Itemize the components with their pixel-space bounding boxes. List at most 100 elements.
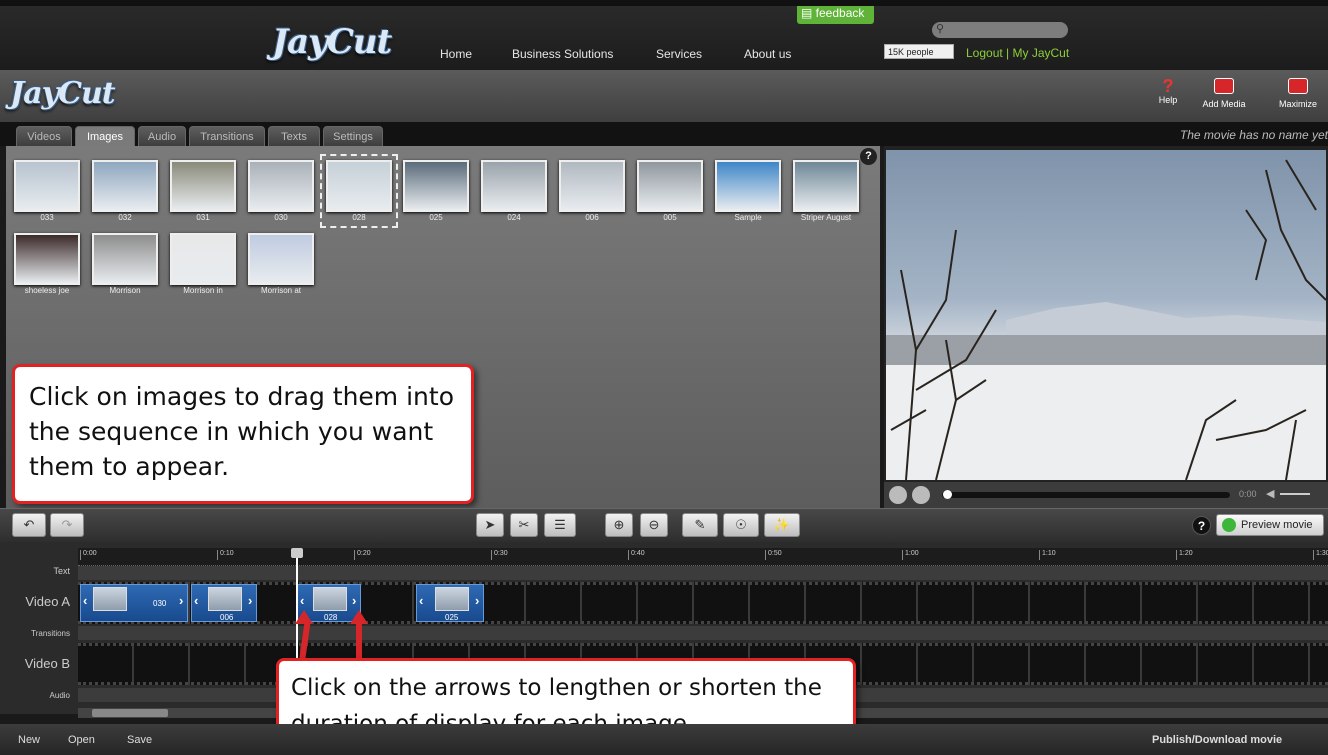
image-thumbnail[interactable]: 033 — [14, 160, 80, 222]
nav-home[interactable]: Home — [440, 47, 472, 61]
ruler-tick: 1:20 — [1176, 550, 1193, 560]
tab-texts[interactable]: Texts — [268, 126, 320, 146]
search-icon: ⚲ — [936, 23, 945, 35]
seek-bar[interactable] — [942, 492, 1230, 498]
image-thumbnail[interactable]: Sample — [715, 160, 781, 222]
clip-right-arrow[interactable]: › — [248, 593, 252, 608]
ruler-tick: 0:40 — [628, 550, 645, 560]
image-thumbnail[interactable]: 028 — [320, 154, 398, 228]
help-label: Help — [1158, 95, 1178, 105]
image-thumbnail[interactable]: 024 — [481, 160, 547, 222]
magic-tool-icon[interactable]: ✨ — [764, 513, 800, 537]
stop-button[interactable] — [912, 486, 930, 504]
tab-transitions[interactable]: Transitions — [189, 126, 265, 146]
image-thumbnail[interactable]: 006 — [559, 160, 625, 222]
effects-tool-icon[interactable]: ☉ — [723, 513, 759, 537]
image-thumbnail[interactable]: 025 — [403, 160, 469, 222]
volume-slider[interactable] — [1280, 493, 1310, 495]
thumbnail-image — [248, 160, 314, 212]
snow-field — [886, 365, 1326, 480]
split-tool-icon[interactable]: ✂ — [510, 513, 538, 537]
account-links[interactable]: Logout | My JayCut — [966, 46, 1069, 60]
timeline-clip[interactable]: ‹ 025 › — [416, 584, 484, 622]
zoom-in-icon[interactable]: ⊕ — [605, 513, 633, 537]
add-media-tool[interactable]: Add Media — [1199, 78, 1249, 109]
thumbnail-label: 005 — [663, 213, 677, 222]
maximize-tool[interactable]: Maximize — [1273, 78, 1323, 109]
clip-left-arrow[interactable]: ‹ — [419, 593, 423, 608]
clip-left-arrow[interactable]: ‹ — [300, 593, 304, 608]
playhead[interactable] — [296, 548, 298, 663]
thumbnail-image — [637, 160, 703, 212]
new-button[interactable]: New — [18, 734, 40, 746]
nav-about-us[interactable]: About us — [744, 47, 791, 61]
video-a-track[interactable] — [78, 582, 1328, 624]
row-label-transitions: Transitions — [31, 629, 70, 638]
player-time: 0:00 — [1239, 489, 1257, 499]
thumbnail-label: shoeless joe — [24, 286, 70, 295]
image-thumbnail[interactable]: 005 — [637, 160, 703, 222]
ruler-tick: 0:00 — [80, 550, 97, 560]
open-button[interactable]: Open — [68, 734, 95, 746]
nav-services[interactable]: Services — [656, 47, 702, 61]
site-logo[interactable]: JayCut — [272, 22, 392, 62]
clip-label: 025 — [445, 613, 459, 622]
feedback-button[interactable]: ▤ feedback — [797, 6, 874, 24]
thumbnail-label: Sample — [734, 213, 762, 222]
image-thumbnail[interactable]: 031 — [170, 160, 236, 222]
playhead-handle[interactable] — [291, 548, 303, 558]
pencil-tool-icon[interactable]: ✎ — [682, 513, 718, 537]
image-thumbnail[interactable]: 030 — [248, 160, 314, 222]
thumbnail-image — [793, 160, 859, 212]
undo-button[interactable]: ↶ — [12, 513, 46, 537]
help-icon: ? — [1162, 76, 1174, 96]
thumbnail-label: 033 — [40, 213, 54, 222]
preview-movie-button[interactable]: Preview movie — [1216, 514, 1324, 536]
annotation-arrowhead-right — [350, 610, 368, 624]
thumbnail-label: 032 — [118, 213, 132, 222]
volume-icon[interactable]: ◀ — [1266, 487, 1274, 500]
image-thumbnail[interactable]: Morrison at — [248, 233, 314, 295]
zoom-out-icon[interactable]: ⊖ — [640, 513, 668, 537]
text-track[interactable] — [78, 566, 1328, 580]
image-thumbnail[interactable]: Morrison in — [170, 233, 236, 295]
seek-handle[interactable] — [943, 490, 952, 499]
thumbnail-image — [481, 160, 547, 212]
bottom-bar — [0, 724, 1328, 755]
nav-business-solutions[interactable]: Business Solutions — [512, 47, 613, 61]
clip-right-arrow[interactable]: › — [475, 593, 479, 608]
toolbar-help-icon[interactable]: ? — [1192, 516, 1211, 535]
image-thumbnail[interactable]: Striper August — [793, 160, 859, 222]
mixer-tool-icon[interactable]: ☰ — [544, 513, 576, 537]
timeline-scroll-thumb[interactable] — [92, 709, 168, 717]
clip-left-arrow[interactable]: ‹ — [194, 593, 198, 608]
like-button[interactable]: 15K people — [884, 44, 954, 59]
ruler-tick: 0:20 — [354, 550, 371, 560]
row-label-text: Text — [53, 566, 70, 576]
add-media-icon — [1214, 78, 1234, 94]
clip-left-arrow[interactable]: ‹ — [83, 593, 87, 608]
tab-videos[interactable]: Videos — [16, 126, 72, 146]
image-thumbnail[interactable]: Morrison — [92, 233, 158, 295]
tab-audio[interactable]: Audio — [138, 126, 186, 146]
clip-right-arrow[interactable]: › — [179, 593, 183, 608]
clip-right-arrow[interactable]: › — [352, 593, 356, 608]
transitions-track[interactable] — [78, 626, 1328, 640]
play-button[interactable] — [889, 486, 907, 504]
image-thumbnail[interactable]: 032 — [92, 160, 158, 222]
redo-button[interactable]: ↷ — [50, 513, 84, 537]
timeline-clip[interactable]: ‹ 030 › — [80, 584, 188, 622]
publish-download-button[interactable]: Publish/Download movie — [1152, 734, 1282, 746]
help-tool[interactable]: ? Help — [1143, 76, 1193, 105]
instruction-callout-images: Click on images to drag them into the se… — [12, 364, 474, 504]
thumbnail-label: Morrison — [109, 286, 141, 295]
pointer-tool-icon[interactable]: ➤ — [476, 513, 504, 537]
like-count: 15K people — [888, 47, 934, 57]
search-input[interactable] — [932, 22, 1068, 38]
tab-settings[interactable]: Settings — [323, 126, 383, 146]
image-thumbnail[interactable]: shoeless joe — [14, 233, 80, 295]
tab-images[interactable]: Images — [75, 126, 135, 146]
timeline-clip[interactable]: ‹ 006 › — [191, 584, 257, 622]
save-button[interactable]: Save — [127, 734, 152, 746]
media-help-icon[interactable]: ? — [860, 148, 877, 165]
